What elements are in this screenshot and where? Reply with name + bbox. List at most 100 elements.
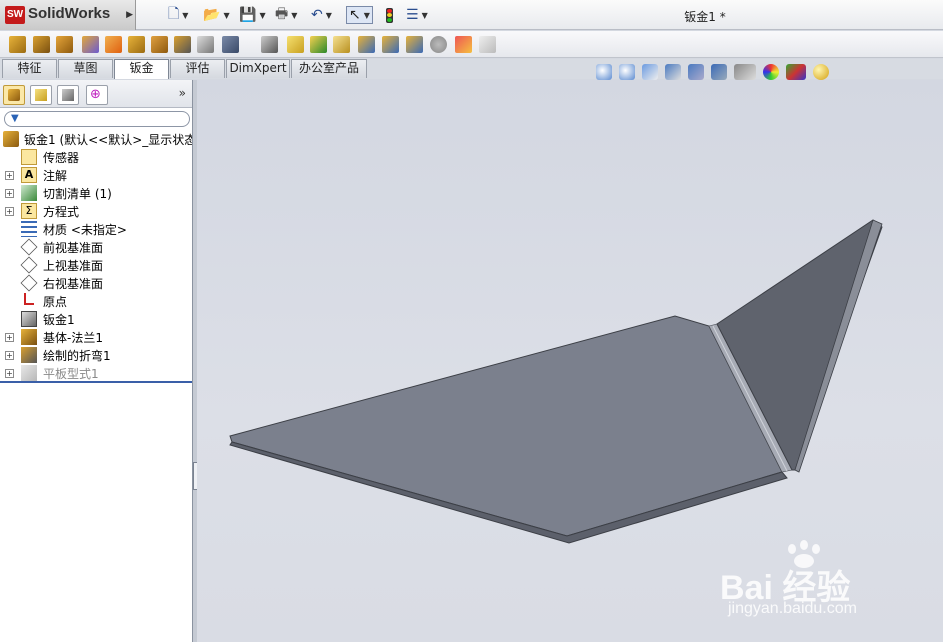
tab-dimxpert[interactable]: DimXpert	[226, 59, 290, 78]
rip-icon[interactable]	[333, 36, 350, 53]
title-bar: SW SolidWorks ▶ 🗋 ▼ 📂 ▼ 💾 ▼ 🖶 ▼ ↶ ▼ ↖ ▼ ☰ ▼ 钣金1…	[0, 0, 943, 30]
material-icon	[21, 221, 37, 237]
chevron-down-icon: ▼	[223, 10, 230, 20]
select-button[interactable]: ↖ ▼	[346, 6, 373, 24]
flatten-icon[interactable]	[287, 36, 304, 53]
configuration-icon	[62, 89, 74, 101]
tree-item-label: 平板型式1	[43, 367, 99, 381]
tree-item-annotations[interactable]: + A 注解	[0, 166, 192, 184]
sheet-metal-icon	[21, 311, 37, 327]
section-view-icon[interactable]	[665, 64, 681, 80]
tree-item-label: 方程式	[43, 205, 80, 219]
configuration-manager-tab[interactable]	[57, 85, 79, 105]
vent-icon[interactable]	[479, 36, 496, 53]
view-settings-icon[interactable]	[813, 64, 829, 80]
sheet-metal-toolbar	[0, 31, 943, 58]
apply-scene-icon[interactable]	[786, 64, 806, 80]
filter-icon: ▼	[11, 113, 19, 124]
fold-icon[interactable]	[406, 36, 423, 53]
tree-item-equations[interactable]: + Σ 方程式	[0, 202, 192, 220]
tree-item-label: 原点	[43, 295, 68, 309]
expand-icon[interactable]: +	[5, 351, 14, 360]
lofted-bend-icon[interactable]	[56, 36, 73, 53]
tree-item-sketched-bend[interactable]: + 绘制的折弯1	[0, 346, 192, 364]
tree-item-sensors[interactable]: 传感器	[0, 148, 192, 166]
expand-icon[interactable]: +	[5, 207, 14, 216]
chevron-down-icon: ▼	[325, 10, 332, 20]
tab-office-products[interactable]: 办公室产品	[291, 59, 367, 78]
no-bends-icon[interactable]	[310, 36, 327, 53]
previous-view-icon[interactable]	[642, 64, 658, 80]
display-style-icon[interactable]	[711, 64, 727, 80]
expand-icon[interactable]: +	[5, 189, 14, 198]
tree-item-top-plane[interactable]: 上视基准面	[0, 256, 192, 274]
jog-icon[interactable]	[151, 36, 168, 53]
zoom-to-fit-icon[interactable]	[596, 64, 612, 80]
tab-sheet-metal[interactable]: 钣金	[114, 59, 169, 79]
expand-icon[interactable]: +	[5, 171, 14, 180]
chevron-down-icon: ▼	[259, 10, 266, 20]
rebuild-button[interactable]	[386, 6, 393, 24]
cross-break-icon[interactable]	[197, 36, 214, 53]
chevron-down-icon: ▼	[291, 10, 298, 20]
view-orientation-icon[interactable]	[688, 64, 704, 80]
collapse-panel-icon[interactable]: »	[179, 86, 186, 100]
hem-icon[interactable]	[128, 36, 145, 53]
tree-item-label: 钣金1	[43, 313, 75, 327]
tree-item-part[interactable]: 钣金1 (默认<<默认>_显示状态	[0, 130, 192, 148]
tree-item-label: 传感器	[43, 151, 80, 165]
sketched-bend-tool-icon[interactable]	[174, 36, 191, 53]
open-button[interactable]: 📂 ▼	[203, 6, 230, 24]
save-button[interactable]: 💾 ▼	[239, 6, 266, 24]
baidu-watermark: Bai 经验 jingyan.baidu.com	[720, 540, 935, 630]
simple-hole-icon[interactable]	[455, 36, 472, 53]
tab-sketch[interactable]: 草图	[58, 59, 113, 78]
plane-icon	[20, 238, 38, 256]
annotation-icon: A	[21, 167, 37, 183]
tree-item-front-plane[interactable]: 前视基准面	[0, 238, 192, 256]
rollback-bar[interactable]	[0, 381, 192, 383]
chevron-down-icon: ▼	[363, 10, 370, 20]
dimxpert-manager-tab[interactable]: ⊕	[86, 85, 108, 105]
property-manager-tab[interactable]	[30, 85, 52, 105]
tab-evaluate[interactable]: 评估	[170, 59, 225, 78]
tree-item-flat-pattern[interactable]: + 平板型式1	[0, 364, 192, 382]
sketched-bend-icon	[21, 347, 37, 363]
corners-icon[interactable]	[222, 36, 239, 53]
forming-tool-icon[interactable]	[261, 36, 278, 53]
convert-to-sheet-metal-icon[interactable]	[33, 36, 50, 53]
tab-features[interactable]: 特征	[2, 59, 57, 78]
new-document-button[interactable]: 🗋 ▼	[168, 6, 188, 24]
feature-filter-input[interactable]: ▼	[4, 111, 190, 127]
unfold-icon[interactable]	[382, 36, 399, 53]
edit-appearance-icon[interactable]	[763, 64, 779, 80]
tree-item-label: 右视基准面	[43, 277, 104, 291]
plane-icon	[20, 274, 38, 292]
sensor-icon	[21, 149, 37, 165]
edge-flange-icon[interactable]	[82, 36, 99, 53]
tree-item-origin[interactable]: 原点	[0, 292, 192, 310]
origin-icon	[24, 293, 34, 305]
insert-bends-icon[interactable]	[358, 36, 375, 53]
undo-button[interactable]: ↶ ▼	[311, 6, 332, 24]
base-flange-tool-icon[interactable]	[9, 36, 26, 53]
cut-list-icon	[21, 185, 37, 201]
plane-icon	[20, 256, 38, 274]
tree-item-right-plane[interactable]: 右视基准面	[0, 274, 192, 292]
new-file-icon: 🗋	[168, 6, 180, 22]
extruded-cut-icon[interactable]	[430, 36, 447, 53]
tree-item-cut-list[interactable]: + 切割清单 (1)	[0, 184, 192, 202]
tree-item-label: 钣金1 (默认<<默认>_显示状态	[24, 133, 192, 147]
print-button[interactable]: 🖶 ▼	[275, 6, 297, 24]
hide-show-items-icon[interactable]	[734, 64, 756, 80]
tree-item-base-flange[interactable]: + 基体-法兰1	[0, 328, 192, 346]
expand-icon[interactable]: +	[5, 369, 14, 378]
options-button[interactable]: ☰ ▼	[406, 6, 428, 24]
zoom-to-area-icon[interactable]	[619, 64, 635, 80]
tree-item-material[interactable]: 材质 <未指定>	[0, 220, 192, 238]
expand-icon[interactable]: +	[5, 333, 14, 342]
solidworks-menu-button[interactable]: SW SolidWorks ▶	[0, 0, 136, 30]
feature-manager-tab[interactable]	[3, 85, 25, 105]
miter-flange-icon[interactable]	[105, 36, 122, 53]
tree-item-sheet-metal[interactable]: 钣金1	[0, 310, 192, 328]
